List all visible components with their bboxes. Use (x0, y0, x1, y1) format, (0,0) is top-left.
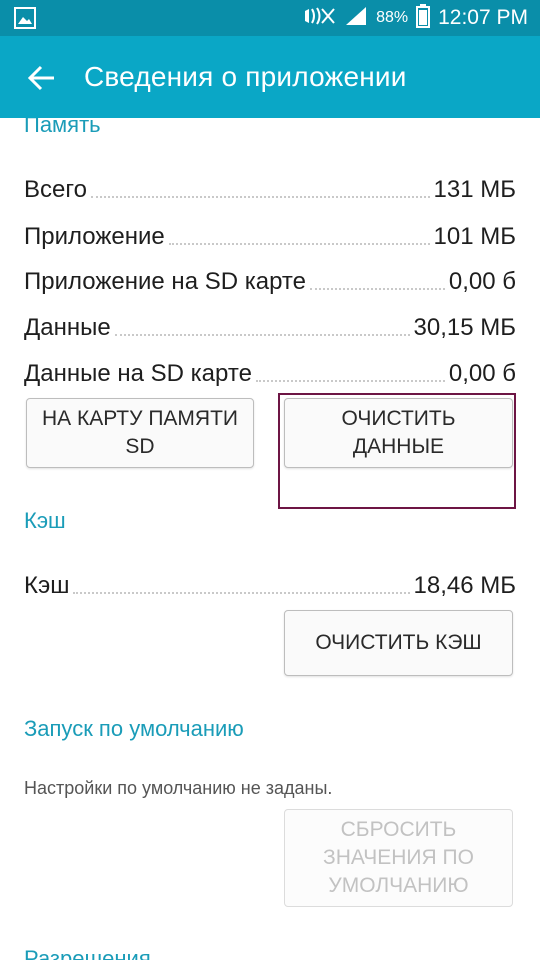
dotted-leader (168, 242, 430, 245)
row-label: Кэш (24, 572, 70, 599)
row-label: Данные на SD карте (24, 360, 252, 387)
storage-row-app-sd: Приложение на SD карте 0,00 б (24, 262, 516, 296)
dotted-leader (90, 195, 430, 198)
page-title: Сведения о приложении (84, 61, 407, 92)
row-value: 0,00 б (448, 360, 516, 387)
status-bar: 88% 12:07 PM (0, 0, 540, 36)
row-value: 131 МБ (433, 176, 516, 203)
signal-icon (344, 5, 368, 32)
app-info-content[interactable]: Память Всего 131 МБ Приложение 101 МБ Пр… (0, 118, 540, 960)
clear-cache-button[interactable]: ОЧИСТИТЬ КЭШ (284, 610, 513, 676)
battery-percent: 88% (376, 9, 409, 26)
storage-row-total: Всего 131 МБ (24, 170, 516, 204)
row-value: 0,00 б (448, 268, 516, 295)
back-arrow-icon[interactable] (26, 62, 58, 94)
cache-section-header: Кэш (24, 508, 66, 533)
row-label: Данные (24, 314, 111, 341)
dotted-leader (309, 287, 445, 290)
storage-row-app: Приложение 101 МБ (24, 217, 516, 251)
move-to-sd-button[interactable]: НА КАРТУ ПАМЯТИ SD (26, 398, 254, 468)
cache-row: Кэш 18,46 МБ (24, 566, 516, 600)
clock: 12:07 PM (438, 6, 528, 29)
row-label: Всего (24, 176, 87, 203)
dotted-leader (73, 591, 410, 594)
app-bar: Сведения о приложении (0, 36, 540, 118)
storage-row-data-sd: Данные на SD карте 0,00 б (24, 354, 516, 388)
mute-icon (302, 5, 336, 32)
gallery-icon (14, 7, 36, 34)
dotted-leader (255, 379, 445, 382)
storage-row-data: Данные 30,15 МБ (24, 308, 516, 342)
row-label: Приложение (24, 223, 165, 250)
row-label: Приложение на SD карте (24, 268, 306, 295)
launch-default-text: Настройки по умолчанию не заданы. (24, 778, 333, 798)
dotted-leader (114, 333, 410, 336)
row-value: 30,15 МБ (413, 314, 516, 341)
highlight-frame (278, 393, 516, 509)
row-value: 18,46 МБ (413, 572, 516, 599)
row-value: 101 МБ (433, 223, 516, 250)
launch-default-header: Запуск по умолчанию (24, 716, 244, 741)
storage-section-header: Память (24, 118, 101, 137)
permissions-section-header: Разрешения (24, 946, 151, 960)
battery-icon (416, 3, 431, 33)
status-icons: 88% 12:07 PM (302, 0, 528, 36)
reset-defaults-button[interactable]: СБРОСИТЬ ЗНАЧЕНИЯ ПО УМОЛЧАНИЮ (284, 809, 513, 907)
